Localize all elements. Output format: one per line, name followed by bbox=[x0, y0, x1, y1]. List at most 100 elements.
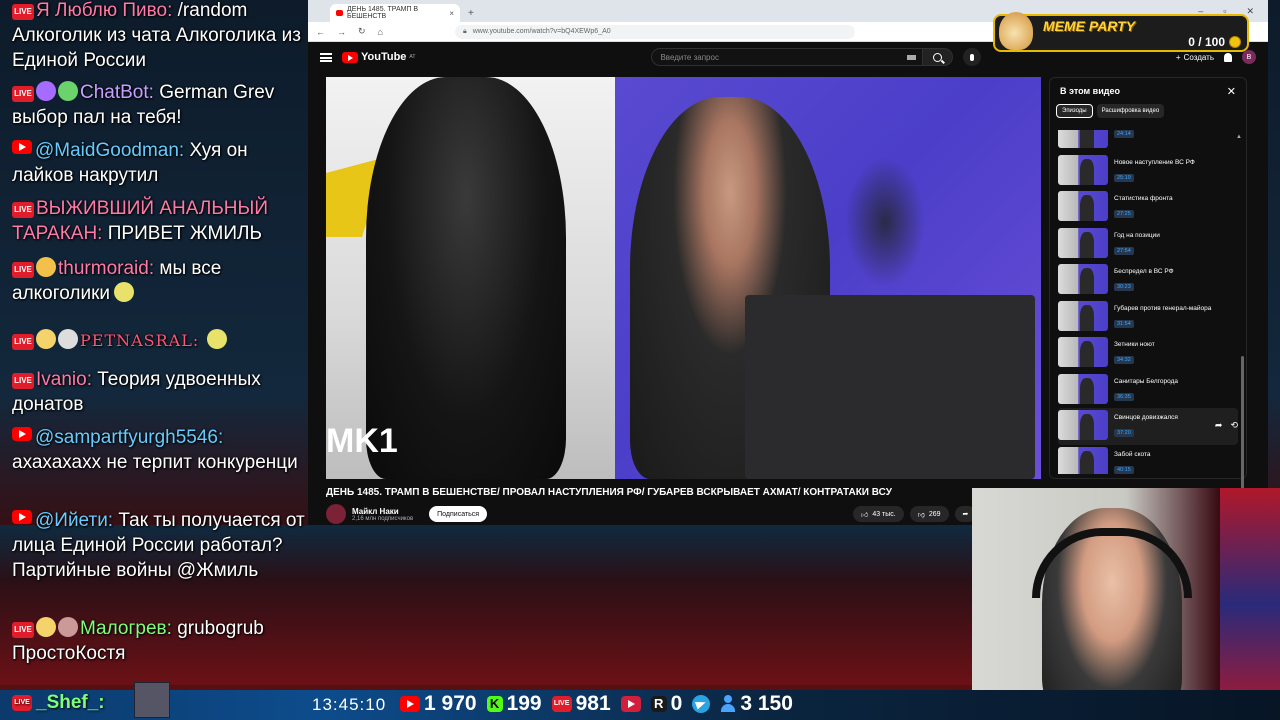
chat-username: @MaidGoodman: bbox=[35, 140, 185, 161]
browser-tab[interactable]: ДЕНЬ 1485. ТРАМП В БЕШЕНСТВ × bbox=[330, 4, 460, 22]
live-badge-icon: LIVE bbox=[12, 262, 34, 278]
episode-time[interactable]: 24:14 bbox=[1114, 130, 1134, 138]
stat-vklive: LIVE 981 bbox=[551, 692, 611, 716]
episode-item[interactable]: Зетники ноют 34:32 bbox=[1058, 335, 1238, 372]
stat-youtube: 1 970 bbox=[400, 692, 477, 716]
chat-message: @MaidGoodman: Хуя он лайков накрутил bbox=[12, 138, 308, 188]
episode-time[interactable]: 37:20 bbox=[1114, 429, 1134, 437]
create-button[interactable]: + Создать bbox=[1176, 53, 1214, 62]
episode-time[interactable]: 30:23 bbox=[1114, 283, 1134, 291]
channel-avatar[interactable] bbox=[326, 504, 346, 524]
stat-telegram bbox=[692, 695, 711, 713]
episode-title: Новое наступление ВС РФ bbox=[1114, 158, 1195, 166]
bar-chat-message: LIVE _Shef_: bbox=[12, 692, 105, 714]
episode-item[interactable]: Статистика фронта 27:25 bbox=[1058, 189, 1238, 226]
video-player[interactable]: MK1 bbox=[326, 77, 1041, 479]
chip-episodes[interactable]: Эпизоды bbox=[1056, 104, 1093, 118]
total-viewers: 3 150 bbox=[740, 692, 793, 715]
stat-rumble: R 0 bbox=[650, 692, 682, 716]
meme-party-widget: MEME PARTY 0 / 100 bbox=[993, 12, 1249, 52]
forward-icon[interactable]: → bbox=[337, 27, 346, 37]
telegram-icon bbox=[692, 695, 711, 713]
episode-title: Статистика фронта bbox=[1114, 195, 1173, 202]
subscribe-button[interactable]: Подписаться bbox=[429, 506, 488, 522]
episode-time[interactable]: 27:54 bbox=[1114, 246, 1134, 255]
new-tab-button[interactable]: + bbox=[468, 8, 474, 19]
back-icon[interactable]: ← bbox=[316, 27, 325, 37]
episode-thumbnail bbox=[1058, 264, 1108, 294]
like-button[interactable]: 👍︎ 43 тыс. bbox=[853, 506, 904, 522]
chat-username: Ivanio: bbox=[36, 369, 92, 390]
chip-transcript[interactable]: Расшифровка видео bbox=[1096, 104, 1165, 118]
episode-thumbnail bbox=[1058, 154, 1108, 185]
close-window-icon[interactable]: ✕ bbox=[1246, 6, 1254, 17]
chat-message: LIVE Ivanio: Теория удвоенных донатов bbox=[12, 367, 308, 417]
episode-item[interactable]: Новое наступление ВС РФ 25:19 bbox=[1058, 153, 1238, 190]
voice-search-button[interactable] bbox=[963, 48, 982, 66]
chat-username: @sampartfyurgh5546: bbox=[35, 427, 224, 448]
dislike-button[interactable]: 👎︎ 269 bbox=[909, 506, 949, 522]
menu-icon[interactable] bbox=[320, 52, 332, 62]
chat-username: ChatBot: bbox=[80, 82, 154, 103]
search-placeholder: Введите запрос bbox=[660, 52, 719, 62]
episode-time[interactable]: 25:19 bbox=[1114, 173, 1134, 182]
video-title: ДЕНЬ 1485. ТРАМП В БЕШЕНСТВЕ/ ПРОВАЛ НАС… bbox=[326, 487, 892, 498]
emote-icon bbox=[58, 617, 78, 637]
live-badge-icon: LIVE bbox=[12, 622, 34, 638]
episode-time[interactable]: 40:15 bbox=[1114, 465, 1134, 474]
home-icon[interactable]: ⌂ bbox=[378, 27, 383, 37]
url-field[interactable]: 🔒︎ www.youtube.com/watch?v=bQ4XEWp6_A0 bbox=[454, 24, 855, 39]
scrollbar[interactable] bbox=[1241, 356, 1244, 506]
episode-time[interactable]: 34:32 bbox=[1114, 356, 1134, 364]
video-right-frame bbox=[615, 77, 1041, 479]
rumble-icon: R bbox=[650, 696, 667, 712]
chat-message: LIVE ChatBot: German Grev выбор пал на те… bbox=[12, 80, 308, 130]
episode-thumbnail bbox=[1058, 227, 1108, 258]
episode-info: Зетники ноют 34:32 bbox=[1114, 337, 1155, 366]
episode-info: Год на позиции 27:54 bbox=[1114, 228, 1160, 257]
episode-item[interactable]: 24:14 bbox=[1058, 130, 1238, 153]
search-button[interactable] bbox=[923, 48, 954, 66]
thumbs-down-icon: 👎︎ bbox=[917, 511, 925, 519]
chat-message: LIVE thurmoraid: мы все алкоголики bbox=[12, 256, 308, 306]
episode-title: Свинцов довизжался bbox=[1114, 414, 1178, 421]
flag-decor bbox=[1220, 488, 1280, 720]
thumbs-up-icon: 👍︎ bbox=[861, 511, 869, 519]
channel-info: Майкл Наки 2,16 млн подписчиков bbox=[352, 507, 413, 522]
episode-info: Свинцов довизжался 37:20 bbox=[1114, 410, 1178, 439]
in-video-panel: В этом видео ✕ Эпизоды Расшифровка видео… bbox=[1049, 77, 1247, 506]
episode-time[interactable]: 31:54 bbox=[1114, 319, 1134, 328]
episode-item[interactable]: Год на позиции 27:54 bbox=[1058, 226, 1238, 263]
episode-item[interactable]: Беспредел в ВС РФ 30:23 bbox=[1058, 262, 1238, 299]
reload-icon[interactable]: ↻ bbox=[358, 26, 366, 37]
video-actions: 👍︎ 43 тыс. 👎︎ 269 ➦ bbox=[853, 506, 977, 522]
youtube-icon bbox=[12, 510, 32, 524]
episode-item[interactable]: Губарев против генерал-майора 31:54 bbox=[1058, 299, 1238, 336]
episode-item[interactable]: Санитары Белгорода 36:35 bbox=[1058, 372, 1238, 409]
episode-time[interactable]: 36:35 bbox=[1114, 392, 1134, 401]
account-avatar[interactable]: В bbox=[1242, 50, 1256, 64]
episode-actions: ➦ ⟲ bbox=[1215, 420, 1238, 431]
plus-icon: + bbox=[1175, 52, 1181, 62]
loop-icon[interactable]: ⟲ bbox=[1230, 420, 1238, 431]
episode-thumbnail bbox=[1058, 130, 1108, 148]
video-left-frame: MK1 bbox=[326, 77, 615, 479]
emote-icon bbox=[114, 282, 135, 302]
youtube-icon bbox=[400, 696, 420, 712]
youtube-logo[interactable]: YouTube AT bbox=[342, 51, 415, 63]
search-input[interactable]: Введите запрос bbox=[651, 48, 924, 66]
keyboard-icon[interactable] bbox=[907, 54, 917, 60]
episode-item[interactable]: Забой скота 40:15 bbox=[1058, 445, 1238, 474]
tab-title: ДЕНЬ 1485. ТРАМП В БЕШЕНСТВ bbox=[347, 6, 419, 20]
panel-header: В этом видео ✕ bbox=[1050, 78, 1246, 104]
live-viewers: 981 bbox=[575, 692, 611, 715]
share-icon[interactable]: ➦ bbox=[1215, 420, 1223, 431]
create-label: Создать bbox=[1183, 52, 1214, 62]
chat-message: @sampartfyurgh5546: ахахахахх не терпит … bbox=[12, 425, 308, 475]
channel-name[interactable]: Майкл Наки bbox=[352, 507, 413, 516]
episode-item[interactable]: Свинцов довизжался 37:20 ➦ ⟲ bbox=[1058, 408, 1238, 445]
notifications-icon[interactable] bbox=[1224, 52, 1232, 62]
close-panel-icon[interactable]: ✕ bbox=[1227, 85, 1236, 98]
close-tab-icon[interactable]: × bbox=[449, 9, 454, 18]
episode-time[interactable]: 27:25 bbox=[1114, 210, 1134, 218]
